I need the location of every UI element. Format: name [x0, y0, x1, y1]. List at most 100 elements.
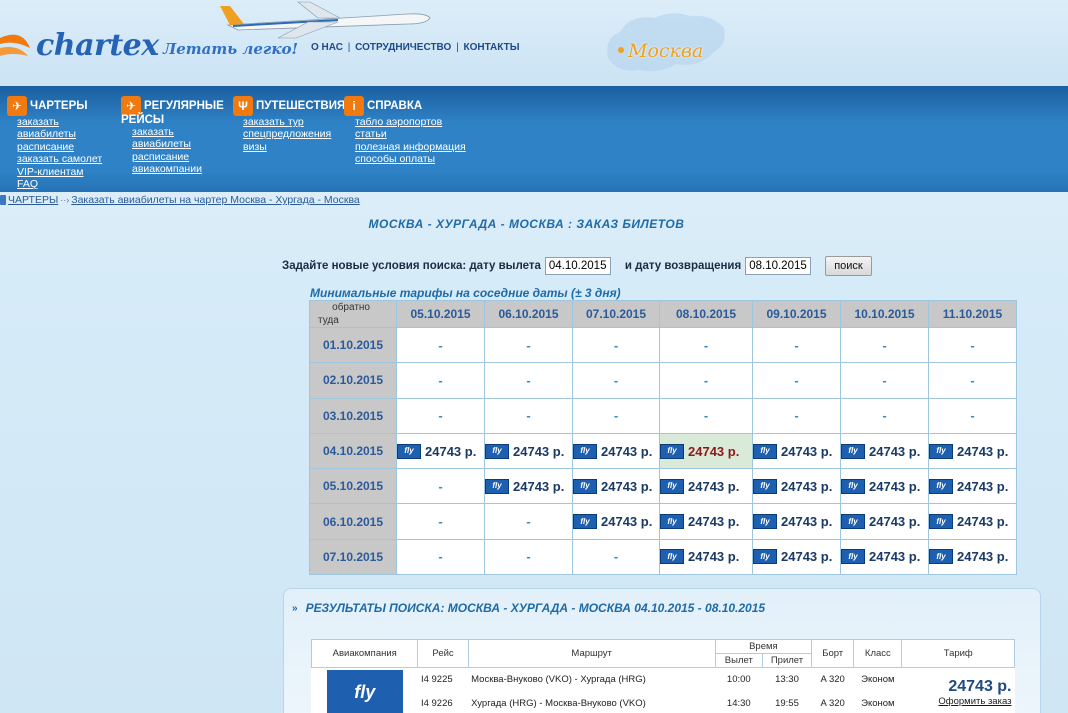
- menu-link-charters-order[interactable]: заказать: [17, 116, 102, 128]
- fare-price: 24743 р.: [781, 514, 833, 530]
- fare-option[interactable]: fly 24743 р.: [841, 478, 928, 494]
- fare-price: 24743 р.: [781, 549, 833, 565]
- departure-date-input[interactable]: [544, 257, 611, 275]
- fare-option[interactable]: fly 24743 р.: [929, 478, 1016, 494]
- menu-link-travel-order-tour[interactable]: заказать тур: [243, 116, 345, 128]
- col-class: Класс: [853, 639, 903, 668]
- menu-link-charters-schedule[interactable]: расписание: [17, 141, 102, 153]
- fare-option[interactable]: fly 24743 р.: [841, 514, 928, 530]
- matrix-row: 02.10.2015- - - - - - -: [309, 362, 1017, 399]
- menu-travel: Ψ ПУТЕШЕСТВИЯ заказать тур спецпредложен…: [233, 96, 345, 153]
- city-name[interactable]: Москва: [628, 40, 703, 62]
- fare-price: 24743 р.: [869, 478, 921, 494]
- menu-link-regular-order[interactable]: заказать: [132, 126, 224, 138]
- menu-head-travel[interactable]: Ψ ПУТЕШЕСТВИЯ: [233, 96, 345, 116]
- site-logo[interactable]: chartex: [36, 28, 159, 63]
- fare-option[interactable]: fly 24743 р.: [573, 514, 659, 530]
- menu-link-travel-visas[interactable]: визы: [243, 141, 345, 153]
- menu-link-help-articles[interactable]: статьи: [355, 128, 466, 140]
- fare-cell[interactable]: fly 24743 р.: [572, 468, 660, 505]
- order-link[interactable]: Оформить заказ: [905, 696, 1011, 707]
- fare-option[interactable]: fly 24743 р.: [660, 443, 752, 459]
- fare-option[interactable]: fly 24743 р.: [573, 478, 659, 494]
- menu-link-help-payment[interactable]: способы оплаты: [355, 153, 466, 165]
- fare-option[interactable]: fly 24743 р.: [929, 549, 1016, 565]
- fare-cell[interactable]: fly 24743 р.: [840, 503, 929, 540]
- fare-option[interactable]: fly 24743 р.: [753, 514, 840, 530]
- menu-title-help[interactable]: СПРАВКА: [367, 100, 422, 112]
- fare-option[interactable]: fly 24743 р.: [841, 443, 928, 459]
- departure-date-header: 07.10.2015: [309, 538, 397, 576]
- link-contacts[interactable]: КОНТАКТЫ: [463, 42, 519, 53]
- fare-cell: -: [572, 538, 660, 576]
- fare-cell[interactable]: fly 24743 р.: [659, 432, 753, 470]
- fare-price: 24743 р.: [957, 514, 1009, 530]
- link-about[interactable]: О НАС: [311, 42, 343, 53]
- fare-option[interactable]: fly 24743 р.: [485, 478, 572, 494]
- search-button[interactable]: поиск: [825, 256, 872, 276]
- fare-cell[interactable]: fly 24743 р.: [928, 538, 1017, 576]
- fare-cell[interactable]: fly 24743 р.: [484, 468, 573, 505]
- result-fare-cell: 24743 р. Оформить заказ: [902, 668, 1015, 713]
- expand-arrow-icon[interactable]: »: [292, 603, 298, 614]
- fare-option[interactable]: fly 24743 р.: [660, 549, 752, 565]
- fare-option[interactable]: fly 24743 р.: [660, 514, 752, 530]
- fare-option[interactable]: fly 24743 р.: [929, 443, 1016, 459]
- fare-cell[interactable]: fly 24743 р.: [484, 432, 573, 470]
- fare-option[interactable]: fly 24743 р.: [660, 478, 752, 494]
- menu-title-regular[interactable]: РЕГУЛЯРНЫЕ: [144, 100, 224, 112]
- menu-link-charters-faq[interactable]: FAQ: [17, 178, 102, 190]
- fare-cell[interactable]: fly 24743 р.: [396, 432, 485, 470]
- return-date-input[interactable]: [745, 257, 812, 275]
- fare-cell[interactable]: fly 24743 р.: [840, 468, 929, 505]
- menu-link-help-info[interactable]: полезная информация: [355, 141, 466, 153]
- menu-link-travel-offers[interactable]: спецпредложения: [243, 128, 345, 140]
- menu-title-charters[interactable]: ЧАРТЕРЫ: [30, 100, 88, 112]
- menu-head-charters[interactable]: ✈ ЧАРТЕРЫ: [7, 96, 102, 116]
- menu-link-charters-order-plane[interactable]: заказать самолет: [17, 153, 102, 165]
- menu-title-travel[interactable]: ПУТЕШЕСТВИЯ: [256, 100, 345, 112]
- link-cooperation[interactable]: СОТРУДНИЧЕСТВО: [355, 42, 451, 53]
- fare-cell[interactable]: fly 24743 р.: [928, 468, 1017, 505]
- fare-option[interactable]: fly 24743 р.: [485, 443, 572, 459]
- fare-cell[interactable]: fly 24743 р.: [572, 503, 660, 540]
- menu-link-charters-tickets[interactable]: авиабилеты: [17, 128, 102, 140]
- fare-cell[interactable]: fly 24743 р.: [752, 538, 841, 576]
- menu-links-charters: заказать авиабилеты расписание заказать …: [17, 116, 102, 190]
- fare-cell[interactable]: fly 24743 р.: [752, 432, 841, 470]
- fare-option[interactable]: fly 24743 р.: [929, 514, 1016, 530]
- fare-cell[interactable]: fly 24743 р.: [840, 538, 929, 576]
- fare-price: 24743 р.: [688, 514, 740, 530]
- fare-price: 24743 р.: [781, 443, 833, 459]
- menu-link-regular-airlines[interactable]: авиакомпании: [132, 163, 224, 175]
- fare-option[interactable]: fly 24743 р.: [841, 549, 928, 565]
- fare-option[interactable]: fly 24743 р.: [753, 443, 840, 459]
- fare-price: 24743 р.: [869, 514, 921, 530]
- menu-link-charters-vip[interactable]: VIP-клиентам: [17, 166, 102, 178]
- fare-option[interactable]: fly 24743 р.: [573, 443, 659, 459]
- fare-cell[interactable]: fly 24743 р.: [572, 432, 660, 470]
- fare-cell[interactable]: fly 24743 р.: [840, 432, 929, 470]
- fare-option[interactable]: fly 24743 р.: [753, 478, 840, 494]
- fare-cell[interactable]: fly 24743 р.: [659, 468, 753, 505]
- fare-option[interactable]: fly 24743 р.: [397, 443, 484, 459]
- fare-cell[interactable]: fly 24743 р.: [928, 432, 1017, 470]
- breadcrumb-root[interactable]: ЧАРТЕРЫ: [8, 194, 58, 206]
- menu-head-regular[interactable]: ✈ РЕГУЛЯРНЫЕ: [121, 96, 224, 116]
- result-row[interactable]: fly I4 9225 Москва-Внуково (VKO) - Хурга…: [312, 668, 1015, 713]
- menu-subtitle-regular[interactable]: РЕЙСЫ: [121, 114, 224, 126]
- fare-cell[interactable]: fly 24743 р.: [752, 468, 841, 505]
- airplane-image-icon: [220, 1, 431, 39]
- airline-badge-icon: fly: [841, 549, 865, 565]
- fare-option[interactable]: fly 24743 р.: [753, 549, 840, 565]
- fare-cell[interactable]: fly 24743 р.: [752, 503, 841, 540]
- palm-icon: Ψ: [233, 96, 253, 116]
- menu-link-help-board[interactable]: табло аэропортов: [355, 116, 466, 128]
- menu-link-regular-tickets[interactable]: авиабилеты: [132, 138, 224, 150]
- breadcrumb-current[interactable]: Заказать авиабилеты на чартер Москва - Х…: [71, 194, 360, 206]
- menu-link-regular-schedule[interactable]: расписание: [132, 151, 224, 163]
- fare-cell[interactable]: fly 24743 р.: [659, 538, 753, 576]
- menu-head-help[interactable]: i СПРАВКА: [344, 96, 466, 116]
- fare-cell[interactable]: fly 24743 р.: [659, 503, 753, 540]
- fare-cell[interactable]: fly 24743 р.: [928, 503, 1017, 540]
